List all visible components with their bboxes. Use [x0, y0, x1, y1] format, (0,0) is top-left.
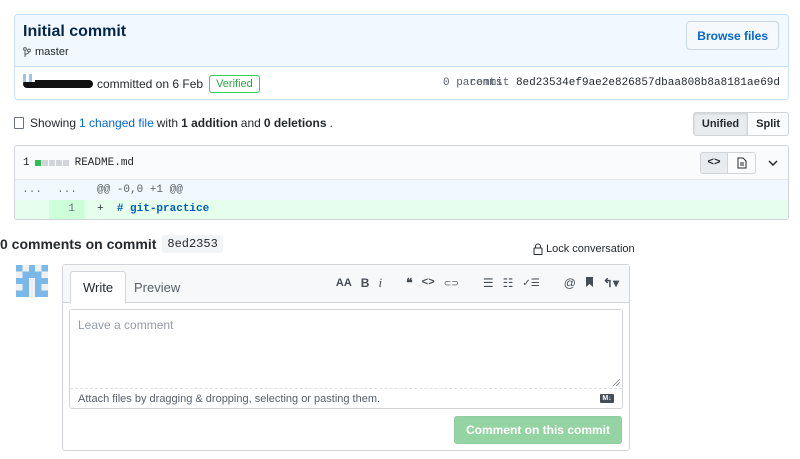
header-icon[interactable]: AA — [336, 277, 352, 289]
summary-deletions: 0 deletions — [263, 116, 327, 130]
hunk-header: @@ -0,0 +1 @@ — [97, 184, 183, 196]
branch-icon — [23, 46, 31, 57]
unordered-list-icon[interactable]: ☰ — [483, 276, 494, 290]
new-line-number[interactable]: 1 — [49, 200, 85, 219]
diff-view-toggle: Unified Split — [692, 112, 789, 136]
diffstat-block — [62, 159, 69, 166]
comment-textarea[interactable] — [70, 310, 622, 388]
summary-period: . — [329, 116, 333, 130]
diffstat-bar — [34, 159, 69, 166]
saved-replies-icon[interactable] — [585, 276, 594, 291]
comments-heading: 0 comments on commit 8ed2353 — [0, 235, 223, 253]
branch-name[interactable]: master — [35, 46, 69, 58]
file-header: 1 README.md <> — [15, 146, 788, 180]
lock-conversation-label[interactable]: Lock conversation — [546, 243, 635, 255]
author-name-redacted[interactable] — [23, 73, 93, 88]
changed-files-link[interactable]: 1 changed file — [79, 116, 154, 130]
summary-showing: Showing — [30, 116, 77, 130]
commit-sha: 8ed23534ef9ae2e826857dbaa808b8a8181ae69d — [515, 77, 780, 89]
comment-form: Write Preview AA B i ❝ <> ⊂⊃ ☰ ☷ ✓☰ @ ↰▾… — [62, 264, 630, 451]
commit-title: Initial commit — [23, 23, 127, 40]
diff-summary: Showing 1 changed file with 1 addition a… — [14, 116, 333, 130]
summary-and: and — [240, 116, 261, 130]
link-icon[interactable]: ⊂⊃ — [444, 278, 459, 289]
file-name[interactable]: README.md — [75, 157, 134, 169]
diffstat-block — [48, 159, 55, 166]
old-line-number — [15, 200, 49, 219]
added-prefix: + — [97, 203, 104, 215]
unified-view-button[interactable]: Unified — [692, 112, 749, 136]
file-diff: 1 README.md <> ... ... @@ -0,0 +1 @@ 1 +… — [14, 145, 789, 220]
diffstat-block — [55, 159, 62, 166]
code-icon[interactable]: <> — [700, 152, 728, 174]
summary-with: with — [156, 116, 179, 130]
added-line-code: + # git-practice — [85, 200, 788, 219]
comment-textarea-wrap: Attach files by dragging & dropping, sel… — [69, 309, 623, 409]
summary-additions: 1 addition — [181, 116, 238, 130]
verified-badge[interactable]: Verified — [209, 74, 260, 93]
ordered-list-icon[interactable]: ☷ — [503, 276, 514, 290]
commit-label: commit — [469, 77, 510, 89]
commit-title-bar: Initial commit master Browse files — [15, 15, 788, 67]
browse-files-button[interactable]: Browse files — [686, 21, 779, 50]
quote-icon[interactable]: ❝ — [406, 276, 412, 290]
commit-meta: committed on 6 Feb Verified 0 parents co… — [15, 67, 788, 99]
commit-sha-short: 8ed2353 — [162, 235, 223, 253]
hunk-header-row: ... ... @@ -0,0 +1 @@ — [15, 180, 788, 200]
diff-actions: <> — [700, 152, 780, 174]
reply-icon[interactable]: ↰▾ — [603, 276, 619, 290]
file-icon[interactable] — [728, 152, 756, 174]
added-text: # git-practice — [116, 203, 210, 215]
chevron-down-icon[interactable] — [766, 156, 780, 170]
diff-count: 1 — [23, 156, 30, 169]
committed-date: committed on 6 Feb — [97, 76, 204, 91]
markdown-toolbar: AA B i ❝ <> ⊂⊃ ☰ ☷ ✓☰ @ ↰▾ — [336, 275, 619, 291]
split-view-button[interactable]: Split — [748, 112, 789, 136]
task-list-icon[interactable]: ✓☰ — [522, 278, 539, 289]
file-diff-icon — [14, 117, 24, 129]
author-avatar[interactable] — [23, 73, 35, 82]
avatar[interactable] — [16, 265, 48, 297]
diffstat-block — [41, 159, 48, 166]
attach-files-bar[interactable]: Attach files by dragging & dropping, sel… — [70, 388, 622, 408]
code-icon[interactable]: <> — [422, 277, 435, 289]
resize-handle-icon[interactable] — [613, 379, 620, 386]
attach-files-text[interactable]: Attach files by dragging & dropping, sel… — [78, 393, 380, 405]
diffstat-block — [34, 159, 41, 166]
commit-sha-line: commit 8ed23534ef9ae2e826857dbaa808b8a81… — [470, 77, 780, 89]
lock-icon — [533, 243, 543, 255]
commit-header: Initial commit master Browse files commi… — [14, 14, 789, 100]
expand-left[interactable]: ... — [15, 184, 49, 196]
comments-count-label: 0 comments on commit — [0, 236, 157, 252]
tab-preview[interactable]: Preview — [121, 271, 193, 304]
comment-submit-button[interactable]: Comment on this commit — [453, 416, 622, 444]
tab-write[interactable]: Write — [70, 271, 127, 304]
bold-icon[interactable]: B — [361, 276, 370, 290]
added-line-row: 1 + # git-practice — [15, 200, 788, 219]
comment-tabbar: Write Preview AA B i ❝ <> ⊂⊃ ☰ ☷ ✓☰ @ ↰▾ — [63, 265, 629, 304]
lock-conversation-link[interactable]: Lock conversation — [533, 243, 635, 255]
mention-icon[interactable]: @ — [564, 276, 576, 290]
italic-icon[interactable]: i — [378, 275, 382, 291]
expand-right[interactable]: ... — [49, 184, 85, 196]
branch-indicator[interactable]: master — [23, 46, 69, 58]
markdown-icon[interactable]: M↓ — [600, 394, 614, 403]
